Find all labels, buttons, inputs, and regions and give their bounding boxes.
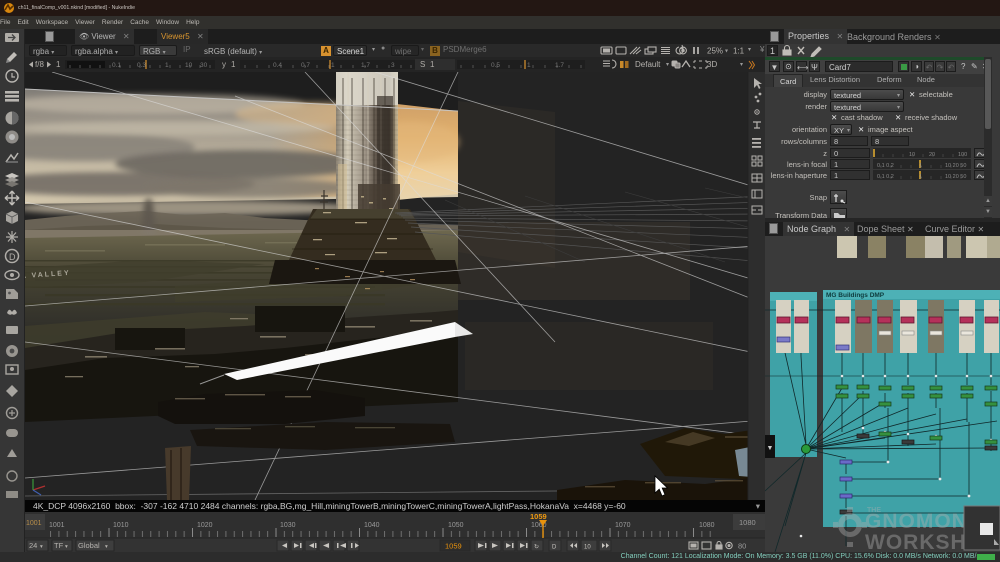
svg-text:1:1: 1:1	[733, 47, 745, 56]
svg-text:0.1 0.2: 0.1 0.2	[877, 163, 894, 169]
svg-text:80: 80	[738, 542, 746, 551]
svg-text:0.4: 0.4	[273, 62, 282, 69]
svg-text:▾: ▾	[666, 62, 669, 68]
svg-text:D: D	[552, 545, 557, 551]
svg-text:30: 30	[200, 62, 208, 69]
svg-text:10: 10	[909, 152, 915, 158]
svg-text:GNOMON: GNOMON	[865, 510, 968, 533]
svg-text:0.1 0.2: 0.1 0.2	[877, 174, 894, 180]
svg-text:100: 100	[958, 152, 967, 158]
svg-text:0.3: 0.3	[137, 62, 146, 69]
svg-text:1070: 1070	[615, 522, 631, 529]
svg-text:1030: 1030	[280, 522, 296, 529]
svg-text:25%: 25%	[707, 47, 723, 56]
svg-text:1: 1	[56, 60, 61, 69]
svg-text:1.7: 1.7	[361, 62, 370, 69]
svg-text:1080: 1080	[699, 522, 715, 529]
svg-text:D: D	[9, 252, 16, 262]
svg-text:▾: ▾	[40, 544, 43, 550]
svg-text:1: 1	[527, 62, 531, 69]
svg-text:1: 1	[331, 62, 335, 69]
svg-text:1059: 1059	[530, 512, 547, 521]
svg-text:3: 3	[391, 62, 395, 69]
svg-text:1: 1	[165, 62, 169, 69]
svg-text:▾: ▾	[105, 544, 108, 550]
svg-text:0.7: 0.7	[301, 62, 310, 69]
svg-text:0.1: 0.1	[112, 62, 121, 69]
svg-text:1001: 1001	[49, 522, 65, 529]
svg-text:▼: ▼	[767, 445, 774, 452]
svg-text:▾: ▾	[725, 49, 728, 55]
svg-text:Default: Default	[635, 60, 661, 69]
svg-text:10: 10	[185, 62, 193, 69]
svg-text:24: 24	[29, 541, 37, 550]
svg-text:10: 10	[584, 545, 591, 551]
svg-text:1: 1	[919, 163, 922, 169]
svg-text:1059: 1059	[445, 542, 462, 551]
svg-text:S: S	[420, 60, 425, 69]
svg-text:y: y	[222, 60, 226, 69]
svg-text:10 20 50: 10 20 50	[945, 163, 966, 169]
svg-text:10 20 50: 10 20 50	[945, 174, 966, 180]
svg-text:1: 1	[430, 60, 435, 69]
svg-text:▾: ▾	[65, 544, 68, 550]
svg-text:1050: 1050	[448, 522, 464, 529]
svg-text:0.5: 0.5	[491, 62, 500, 69]
svg-text:1080: 1080	[739, 518, 756, 527]
svg-text:↻: ↻	[534, 544, 539, 551]
svg-text:20: 20	[929, 152, 935, 158]
svg-text:1: 1	[231, 60, 236, 69]
svg-text:f/8: f/8	[35, 60, 44, 69]
svg-text:1001: 1001	[26, 520, 42, 527]
svg-text:MG Buildings DMP: MG Buildings DMP	[826, 292, 885, 299]
svg-text:1: 1	[919, 174, 922, 180]
svg-text:3D: 3D	[707, 60, 717, 69]
svg-text:Global: Global	[78, 541, 100, 550]
svg-text:1010: 1010	[113, 522, 129, 529]
svg-text:▾: ▾	[740, 62, 743, 68]
svg-text:1020: 1020	[197, 522, 213, 529]
svg-text:1.7: 1.7	[555, 62, 564, 69]
svg-text:TF: TF	[54, 541, 64, 550]
svg-text:1040: 1040	[364, 522, 380, 529]
